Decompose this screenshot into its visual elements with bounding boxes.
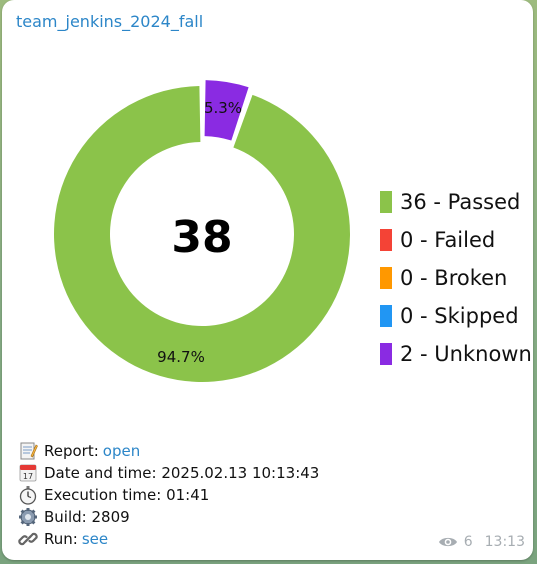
run-row: Run: see: [18, 528, 319, 550]
datetime-row: 17 Date and time: 2025.02.13 10:13:43: [18, 462, 319, 484]
legend-label: 0 - Skipped: [400, 304, 519, 328]
center-total-label: 38: [171, 212, 232, 263]
legend-label: 2 - Unknown: [400, 342, 532, 366]
eye-icon: [438, 535, 458, 549]
legend-item: 2 - Unknown: [380, 335, 532, 373]
build-info: Report: open 17 Date and time: 2025.02.1…: [18, 440, 319, 550]
legend-item: 36 - Passed: [380, 183, 532, 221]
message-meta: 6 13:13: [438, 534, 525, 550]
stopwatch-icon: [18, 485, 38, 505]
run-link[interactable]: see: [82, 530, 108, 548]
legend-swatch: [380, 267, 392, 289]
execution-row: Execution time: 01:41: [18, 484, 319, 506]
report-row: Report: open: [18, 440, 319, 462]
link-icon: [18, 529, 38, 549]
legend-item: 0 - Skipped: [380, 297, 532, 335]
view-count: 6: [463, 534, 473, 550]
build-text: Build: 2809: [44, 508, 130, 526]
run-label: Run:: [44, 530, 78, 548]
report-label: Report:: [44, 442, 99, 460]
calendar-icon: 17: [18, 463, 38, 483]
legend-swatch: [380, 305, 392, 327]
datetime-text: Date and time: 2025.02.13 10:13:43: [44, 464, 320, 482]
slice-label-passed: 94.7%: [157, 348, 205, 366]
legend-item: 0 - Failed: [380, 221, 532, 259]
legend-swatch: [380, 191, 392, 213]
legend-swatch: [380, 229, 392, 251]
legend-item: 0 - Broken: [380, 259, 532, 297]
execution-text: Execution time: 01:41: [44, 486, 210, 504]
chart-legend: 36 - Passed 0 - Failed 0 - Broken 0 - Skipp…: [380, 183, 532, 373]
report-link[interactable]: open: [103, 442, 140, 460]
svg-text:17: 17: [23, 472, 33, 481]
channel-name[interactable]: team_jenkins_2024_fall: [16, 12, 203, 31]
gear-icon: [18, 507, 38, 527]
message-time: 13:13: [484, 534, 525, 550]
memo-icon: [18, 441, 38, 461]
message-bubble: team_jenkins_2024_fall 5.3% 94.7% 38 36 - …: [2, 0, 533, 560]
slice-label-unknown: 5.3%: [204, 99, 242, 117]
legend-label: 0 - Failed: [400, 228, 496, 252]
legend-label: 0 - Broken: [400, 266, 508, 290]
legend-swatch: [380, 343, 392, 365]
legend-label: 36 - Passed: [400, 190, 521, 214]
build-row: Build: 2809: [18, 506, 319, 528]
